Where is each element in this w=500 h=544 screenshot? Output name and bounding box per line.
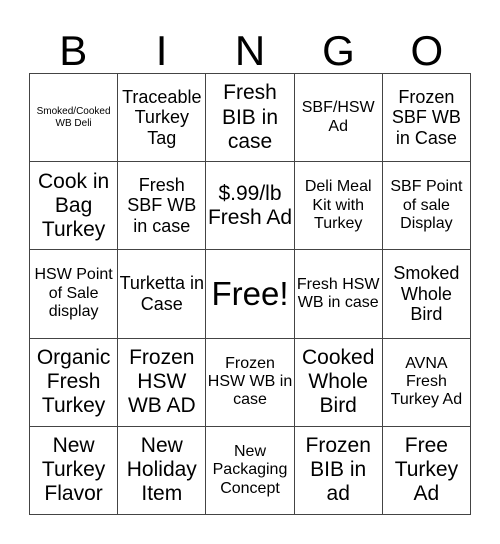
bingo-cell[interactable]: New Turkey Flavor — [30, 426, 119, 515]
bingo-header: B I N G O — [29, 28, 471, 73]
bingo-cell[interactable]: SBF Point of sale Display — [382, 162, 471, 251]
free-space-cell[interactable]: Free! — [206, 250, 295, 339]
header-letter-b: B — [59, 27, 88, 74]
header-letter-o: O — [410, 27, 444, 74]
bingo-cell[interactable]: Cook in Bag Turkey — [30, 162, 119, 251]
bingo-cell[interactable]: New Packaging Concept — [206, 426, 295, 515]
bingo-cell[interactable]: Free Turkey Ad — [382, 426, 471, 515]
bingo-cell[interactable]: Frozen HSW WB AD — [118, 338, 207, 427]
bingo-cell[interactable]: AVNA Fresh Turkey Ad — [382, 338, 471, 427]
bingo-cell[interactable]: Deli Meal Kit with Turkey — [294, 162, 383, 251]
bingo-cell[interactable]: Fresh SBF WB in case — [118, 162, 207, 251]
bingo-cell[interactable]: Smoked Whole Bird — [382, 250, 471, 339]
bingo-cell[interactable]: SBF/HSW Ad — [294, 74, 383, 163]
bingo-cell[interactable]: Turketta in Case — [118, 250, 207, 339]
header-letter-g: G — [322, 27, 355, 74]
header-letter-i: I — [155, 27, 168, 74]
bingo-cell[interactable]: Cooked Whole Bird — [294, 338, 383, 427]
bingo-cell[interactable]: $.99/lb Fresh Ad — [206, 162, 295, 251]
bingo-cell[interactable]: Organic Fresh Turkey — [30, 338, 119, 427]
bingo-cell[interactable]: Frozen BIB in ad — [294, 426, 383, 515]
bingo-cell[interactable]: New Holiday Item — [118, 426, 207, 515]
bingo-cell[interactable]: Frozen HSW WB in case — [206, 338, 295, 427]
header-letter-n: N — [234, 27, 266, 74]
bingo-cell[interactable]: Traceable Turkey Tag — [118, 74, 207, 163]
bingo-cell[interactable]: Fresh BIB in case — [206, 74, 295, 163]
bingo-cell[interactable]: Frozen SBF WB in Case — [382, 74, 471, 163]
bingo-cell[interactable]: Fresh HSW WB in case — [294, 250, 383, 339]
bingo-cell[interactable]: Smoked/Cooked WB Deli — [30, 74, 119, 163]
bingo-cell[interactable]: HSW Point of Sale display — [30, 250, 119, 339]
bingo-card-grid: Smoked/Cooked WB Deli Traceable Turkey Ta… — [29, 73, 471, 515]
